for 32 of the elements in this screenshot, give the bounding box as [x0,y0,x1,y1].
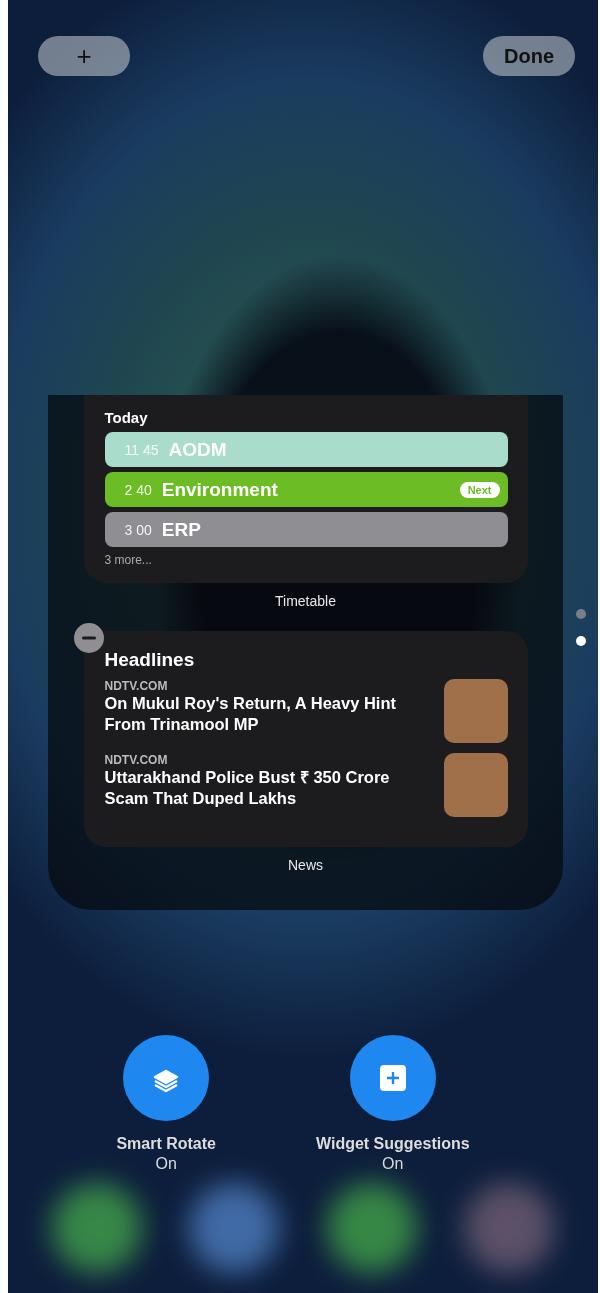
widget-label: Timetable [275,593,336,609]
done-button[interactable]: Done [483,36,575,76]
more-events-text: 3 more... [104,553,153,567]
event-title: Environment [161,478,279,501]
photo-placeholder [443,753,508,817]
day-heading: Today [104,409,149,426]
photo-placeholder [443,679,508,743]
setting-title: Widget Suggestions [315,1135,470,1153]
news-headline[interactable]: On Mukul Roy's Return, A Heavy Hint From Trinamool MP [104,693,436,735]
news-headline[interactable]: Uttarakhand Police Bust ₹ 350 Crore Scam That Duped Lakhs [104,767,436,809]
news-heading: Headlines [104,649,196,671]
minus-icon [81,636,96,640]
event-row[interactable]: 2 40 Environment Next [104,472,508,507]
page-dot[interactable] [576,609,586,619]
remove-widget-button[interactable] [73,623,104,653]
event-time: 3 00 [124,521,152,538]
event-time: 11 45 [124,441,159,458]
event-time: 2 40 [124,481,152,498]
event-title: AODM [168,438,228,461]
next-badge: Next [459,481,500,498]
news-source: NDTV.COM [104,679,169,693]
add-widget-button[interactable]: + [38,36,130,76]
setting-title: Smart Rotate [116,1135,216,1153]
news-source: NDTV.COM [104,753,169,767]
event-row[interactable]: 3 00 ERP [104,512,508,547]
setting-value: On [155,1155,177,1173]
news-widget[interactable]: Headlines NDTV.COM On Mukul Roy's Return, A Heavy Hint From Trinamool MP NDTV.COM Uttarakhand Police Bust ₹ 350 Crore Scam That Duped Lakhs [83,631,528,847]
timetable-widget[interactable]: Today 11 45 AODM 2 40 Environment Next 3 00 ERP 3 more... [83,395,528,583]
widget-label: News [288,857,323,873]
setting-value: On [382,1155,404,1173]
event-title: ERP [161,518,202,541]
page-dot[interactable] [576,636,586,646]
